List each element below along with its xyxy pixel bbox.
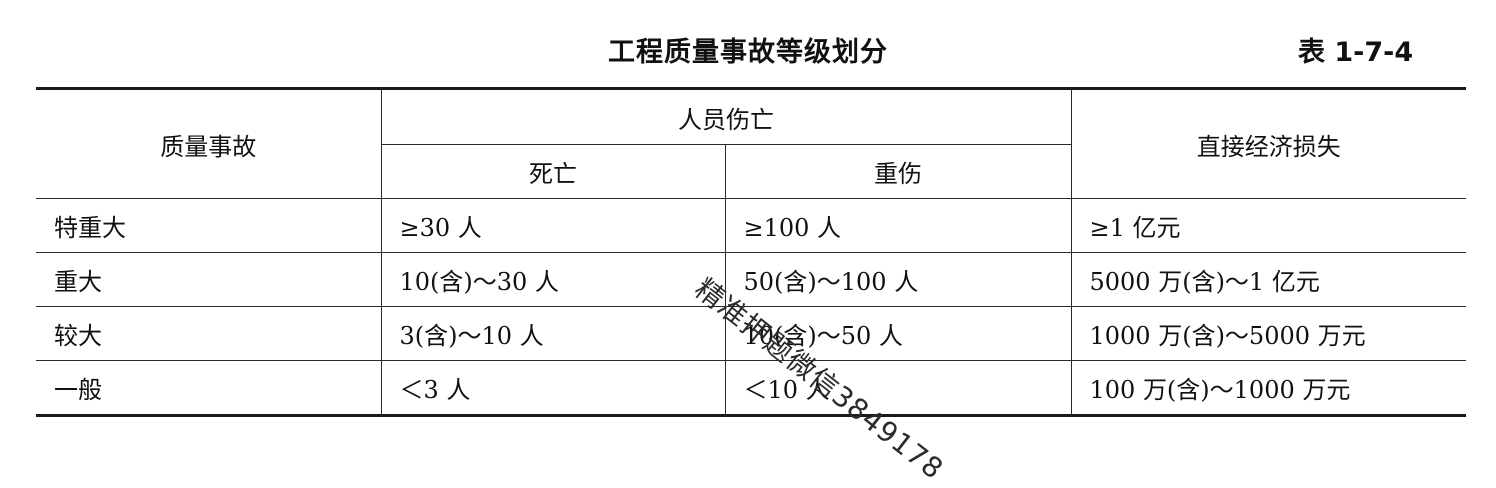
cell-loss: 5000 万(含)～1 亿元: [1070, 252, 1466, 307]
cell-death: ≥30 人: [380, 198, 726, 253]
cell-level: 特重大: [36, 198, 382, 253]
accident-grade-table: 质量事故 人员伤亡 直接经济损失 死亡 重伤 特重大 ≥30 人 ≥100 人 …: [36, 87, 1466, 417]
table-title: 工程质量事故等级划分: [608, 37, 888, 68]
cell-level: 较大: [36, 306, 382, 361]
cell-level: 重大: [36, 252, 382, 307]
cell-loss: ≥1 亿元: [1070, 198, 1466, 253]
table-number: 表 1-7-4: [1298, 37, 1414, 68]
cell-loss: 100 万(含)～1000 万元: [1070, 360, 1466, 416]
header-serious-injury: 重伤: [724, 144, 1071, 199]
cell-injury: 50(含)～100 人: [724, 252, 1072, 307]
cell-death: 10(含)～30 人: [380, 252, 726, 307]
cell-death: 3(含)～10 人: [380, 306, 726, 361]
header-economic-loss: 直接经济损失: [1070, 88, 1466, 199]
header-death: 死亡: [381, 144, 726, 199]
header-category: 质量事故: [36, 88, 382, 199]
cell-death: ＜3 人: [380, 360, 726, 416]
header-casualties: 人员伤亡: [380, 88, 1072, 145]
table-row: 一般 ＜3 人 ＜10 人 100 万(含)～1000 万元: [36, 360, 1466, 416]
cell-level: 一般: [36, 360, 382, 416]
cell-injury: ≥100 人: [724, 198, 1072, 253]
table-row: 特重大 ≥30 人 ≥100 人 ≥1 亿元: [36, 198, 1466, 253]
cell-loss: 1000 万(含)～5000 万元: [1070, 306, 1466, 361]
